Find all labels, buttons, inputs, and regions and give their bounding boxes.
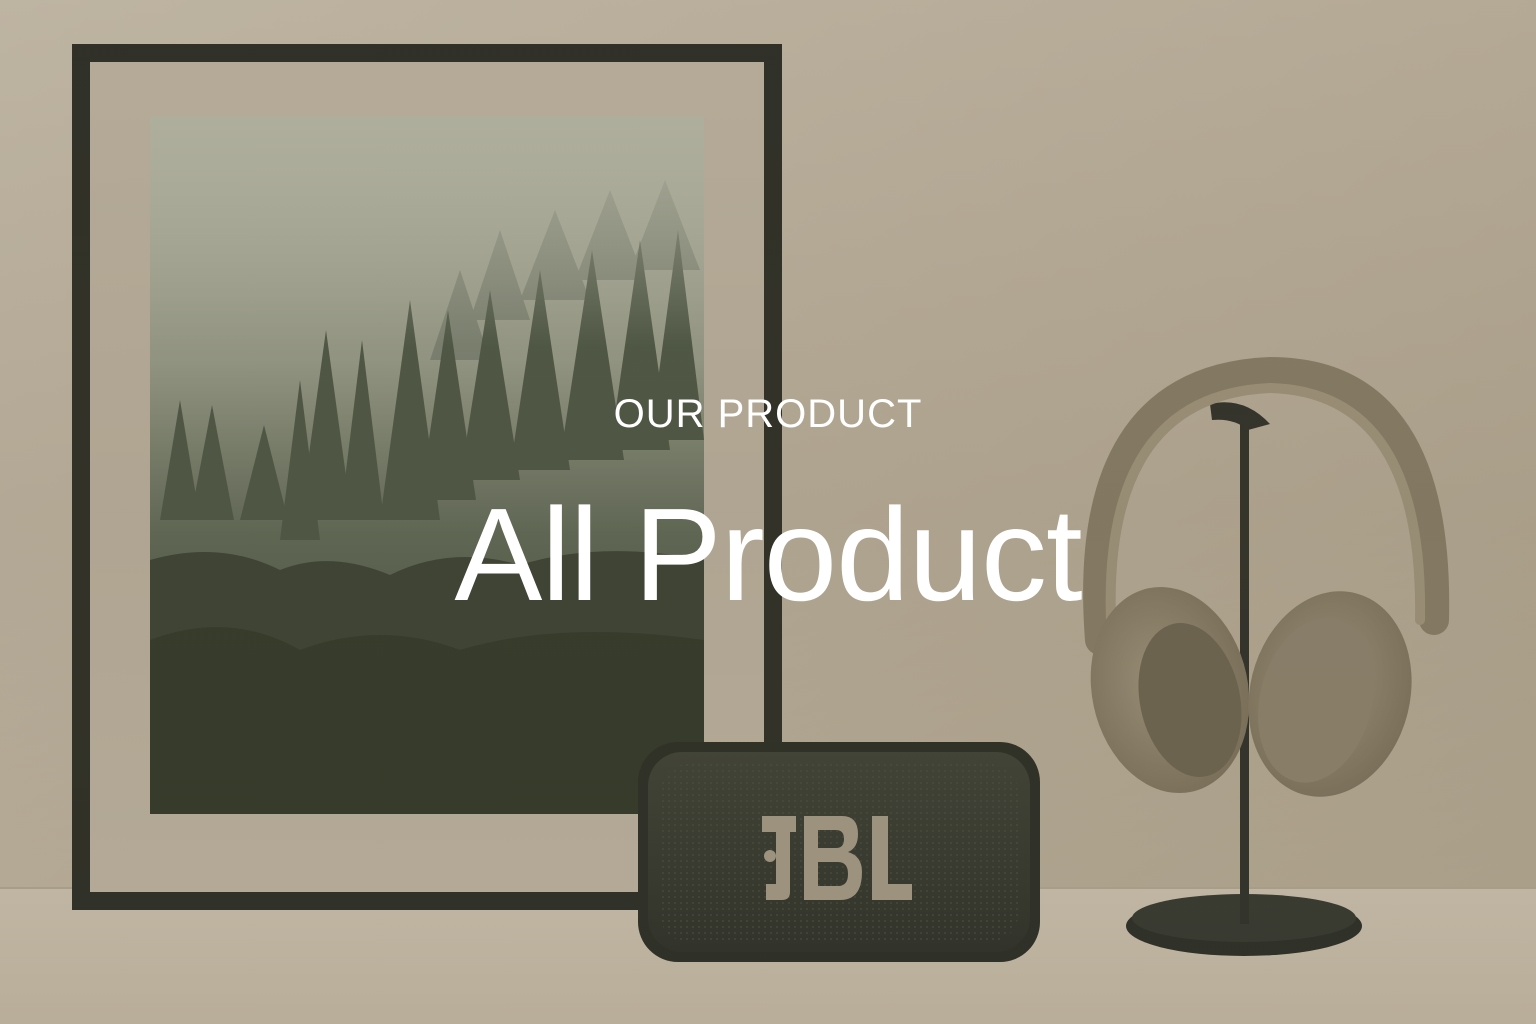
hero-banner: OUR PRODUCT All Product xyxy=(0,0,1536,1024)
tone-overlay xyxy=(0,0,1536,1024)
hero-background-photo xyxy=(0,0,1536,1024)
